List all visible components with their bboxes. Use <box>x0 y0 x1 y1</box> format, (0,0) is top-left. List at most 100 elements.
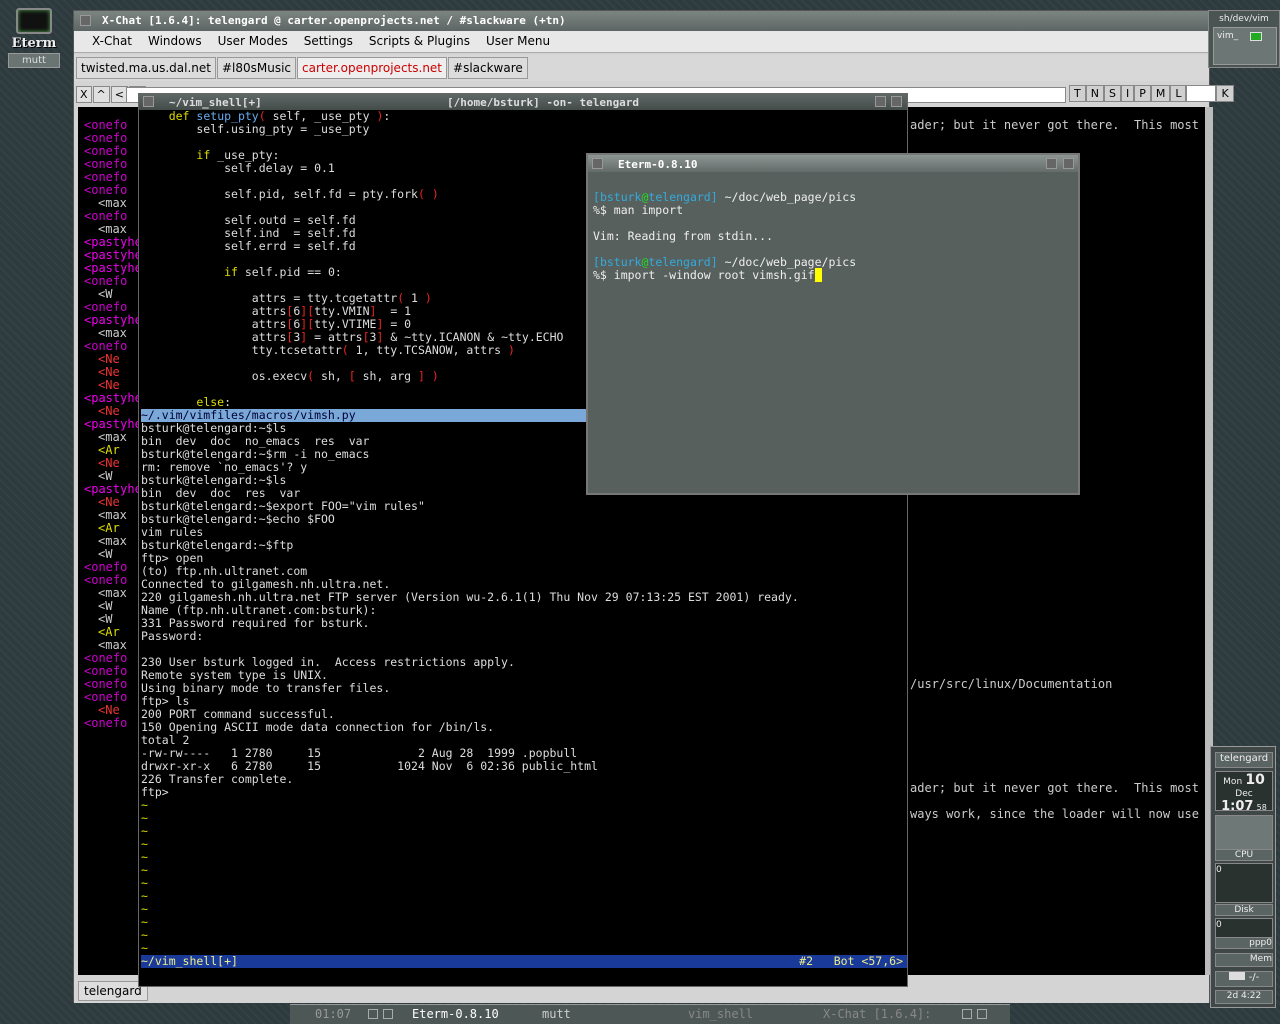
mode-s-button[interactable]: S <box>1103 85 1121 102</box>
mode-i-button[interactable]: I <box>1120 85 1135 102</box>
disk-label: Disk <box>1215 904 1273 916</box>
taskbar-button-icon[interactable] <box>962 1009 972 1019</box>
mode-p-button[interactable]: P <box>1134 85 1151 102</box>
vim-title-left: ~/vim_shell[+] <box>169 96 262 109</box>
chat-message-line: ader; but it never got there. This most <box>910 118 1199 132</box>
vim-titlebar[interactable]: ~/vim_shell[+] [/home/bsturk] -on- telen… <box>139 94 907 110</box>
xchat-menu-button-icon[interactable] <box>80 15 91 26</box>
taskbar-item-vim-shell[interactable]: vim_shell <box>688 1007 753 1021</box>
eterm-close-icon[interactable] <box>1063 158 1074 169</box>
tab-slackware[interactable]: #slackware <box>448 57 528 79</box>
tilde-line: ~ <box>141 902 148 916</box>
desktop-pager[interactable]: sh/dev/vim vim_ <box>1208 10 1280 68</box>
mail-count: -/- <box>1248 972 1260 983</box>
mode-l-button[interactable]: L <box>1170 85 1187 102</box>
mail-icon <box>1228 972 1245 980</box>
taskbar-item-mutt[interactable]: mutt <box>542 1007 571 1021</box>
shell-line: ftp> <box>141 785 169 799</box>
text-cursor: _ <box>814 268 822 282</box>
shell-line: bsturk@telengard:~$echo $FOO <box>141 512 335 526</box>
close-tab-button[interactable]: X <box>76 85 92 103</box>
mode-m-button[interactable]: M <box>1150 85 1171 102</box>
cpu-label: CPU <box>1215 849 1273 861</box>
code-line: self.using_pty = _use_pty <box>141 122 370 136</box>
taskbar-button2-icon[interactable] <box>977 1009 987 1019</box>
terminal-line: %$ man import <box>593 203 684 217</box>
eterm-maximize-icon[interactable] <box>1046 158 1057 169</box>
channel-mode-buttons: T N S I P M L K <box>1069 85 1234 102</box>
mode-k-button[interactable]: K <box>1216 85 1234 102</box>
tilde-line: ~ <box>141 837 148 851</box>
disk-meter: 0 <box>1215 918 1273 938</box>
pager-window-icon <box>1250 32 1262 41</box>
pager-desktop[interactable]: vim_ <box>1213 27 1277 65</box>
shell-line: Using binary mode to transfer files. <box>141 681 391 695</box>
tilde-line: ~ <box>141 889 148 903</box>
tab-l80smusic[interactable]: #l80sMusic <box>216 57 297 79</box>
pager-label: sh/dev/vim <box>1219 14 1269 24</box>
vim-maximize-icon[interactable] <box>891 96 902 107</box>
taskbar-item-xchat[interactable]: X-Chat [1.6.4]: <box>823 1007 931 1021</box>
chat-message-line: ways work, since the loader will now use… <box>910 807 1206 821</box>
uptime-label: 2d 4:22 <box>1215 990 1273 1004</box>
terminal-icon <box>16 8 52 34</box>
vim-title-center: [/home/bsturk] -on- telengard <box>447 96 640 109</box>
vim-menu-icon[interactable] <box>143 96 154 107</box>
clock-date: 10 <box>1245 772 1265 788</box>
buffer-status-right: #2 Bot <57,6> <box>799 954 903 968</box>
taskbar-item-eterm[interactable]: Eterm-0.8.10 <box>412 1007 499 1021</box>
system-monitor-dock: telengard Mon 10 Dec 1:07 58 CPU 0 Disk … <box>1210 746 1276 1008</box>
tilde-filler: ~ ~ ~ ~ ~ ~ ~ ~ ~ ~ ~ ~ <box>141 799 907 955</box>
tilde-line: ~ <box>141 928 148 942</box>
xchat-menubar: X-Chat Windows User Modes Settings Scrip… <box>74 31 1209 53</box>
channel-tabbar: twisted.ma.us.dal.net #l80sMusic carter.… <box>74 55 1209 81</box>
menu-user-menu[interactable]: User Menu <box>478 31 558 52</box>
clock-time: 1:07 <box>1221 799 1254 814</box>
terminal-line: %$ import -window root vimsh.gif_ <box>593 268 822 282</box>
shell-line: bsturk@telengard:~$ftp <box>141 538 294 552</box>
xchat-title-text: X-Chat [1.6.4]: telengard @ carter.openp… <box>102 14 566 27</box>
eterm-menu-icon[interactable] <box>592 158 603 169</box>
terminal-line: Vim: Reading from stdin... <box>593 229 774 243</box>
eterm-terminal[interactable]: [bsturk@telengard] ~/doc/web_page/pics %$… <box>593 191 1075 491</box>
tilde-line: ~ <box>141 811 148 825</box>
tilde-line: ~ <box>141 915 148 929</box>
tilde-line: ~ <box>141 824 148 838</box>
dock-hostname: telengard <box>1215 752 1273 768</box>
up-button[interactable]: ^ <box>92 85 110 103</box>
net-label: ppp0 <box>1215 937 1273 949</box>
shell-line: 226 Transfer complete. <box>141 772 294 786</box>
tab-twisted[interactable]: twisted.ma.us.dal.net <box>76 57 216 79</box>
tab-carter[interactable]: carter.openprojects.net <box>297 57 448 79</box>
mode-t-button[interactable]: T <box>1069 85 1086 102</box>
mutt-icon-label[interactable]: mutt <box>8 53 60 68</box>
menu-xchat[interactable]: X-Chat <box>84 31 140 52</box>
clock-seconds: 58 <box>1256 803 1267 812</box>
eterm-title-text: Eterm-0.8.10 <box>618 158 698 171</box>
tilde-line: ~ <box>141 876 148 890</box>
taskbar-next-icon[interactable] <box>383 1009 393 1019</box>
buffer-status-line: ~/vim_shell[+] #2 Bot <57,6> <box>141 955 907 968</box>
shell-line: 331 Password required for bsturk. <box>141 616 370 630</box>
shell-line: 150 Opening ASCII mode data connection f… <box>141 720 495 734</box>
shell-line: Password: <box>141 629 204 643</box>
xchat-titlebar[interactable]: X-Chat [1.6.4]: telengard @ carter.openp… <box>74 11 1209 31</box>
menu-windows[interactable]: Windows <box>140 31 210 52</box>
menu-scripts-plugins[interactable]: Scripts & Plugins <box>361 31 478 52</box>
clock-day: Mon <box>1223 777 1243 787</box>
mode-n-button[interactable]: N <box>1085 85 1104 102</box>
eterm-titlebar[interactable]: Eterm-0.8.10 <box>588 155 1078 172</box>
eterm-desktop-icon[interactable]: Eterm mutt <box>8 8 60 70</box>
vim-minimize-icon[interactable] <box>875 96 886 107</box>
taskbar-clock: 01:07 <box>315 1007 352 1021</box>
taskbar-prev-icon[interactable] <box>368 1009 378 1019</box>
menu-settings[interactable]: Settings <box>296 31 361 52</box>
mem-label: Mem <box>1215 953 1273 967</box>
eterm-icon-label: Eterm <box>11 36 57 51</box>
chat-message-line: /usr/src/linux/Documentation <box>910 677 1113 691</box>
disk-value: 0 <box>1216 920 1222 930</box>
dock-clock: Mon 10 Dec 1:07 58 <box>1215 771 1273 814</box>
mail-indicator[interactable]: -/- <box>1215 971 1273 987</box>
limit-input[interactable] <box>1186 85 1217 102</box>
menu-user-modes[interactable]: User Modes <box>210 31 296 52</box>
